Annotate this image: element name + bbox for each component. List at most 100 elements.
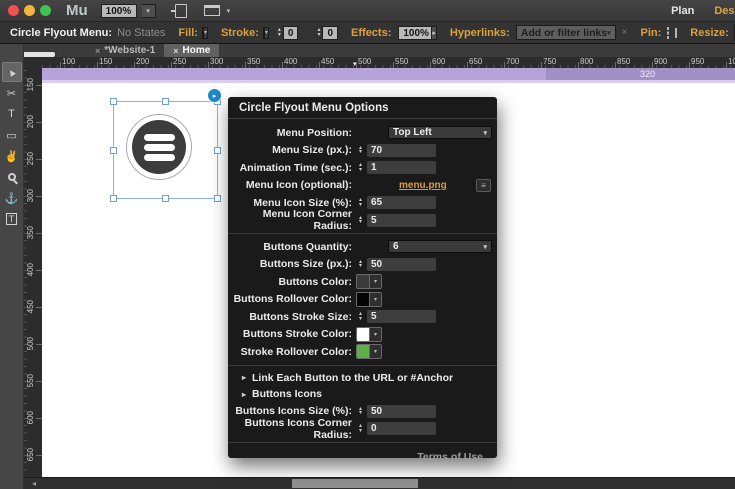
stepper-down-icon[interactable]: ▾	[356, 264, 365, 269]
buttons-size-stepper[interactable]: ▴▾	[356, 260, 365, 269]
menu-icon-file-link[interactable]: menu.png	[399, 180, 447, 191]
menu-icon-radius-stepper[interactable]: ▴▾	[356, 216, 365, 225]
stepper-down-icon[interactable]: ▾	[356, 317, 365, 322]
tab-home[interactable]: ×Home	[164, 44, 219, 57]
fill-label[interactable]: Fill:	[178, 27, 198, 39]
corner-radius-input[interactable]: 0	[322, 26, 338, 40]
menu-size-input[interactable]: 70	[367, 144, 436, 157]
buttons-rollover-color-picker[interactable]: ▾	[356, 292, 382, 307]
stepper-down-icon[interactable]: ▾	[356, 411, 365, 416]
hyperlinks-dropdown[interactable]: Add or filter links ▾	[516, 25, 616, 40]
menu-icon-size-input[interactable]: 65	[367, 196, 436, 209]
selection-handle-sw[interactable]	[110, 195, 117, 202]
buttons-icons-section-toggle[interactable]: ▸ Buttons Icons	[228, 386, 497, 403]
plan-mode-button[interactable]: Plan	[671, 5, 694, 17]
menu-position-dropdown[interactable]: Top Left ▾	[388, 126, 492, 139]
pin-center-icon[interactable]	[675, 28, 677, 38]
color-swatch[interactable]	[357, 275, 370, 288]
window-close-button[interactable]	[8, 5, 19, 16]
design-mode-button[interactable]: Design	[714, 5, 735, 17]
hyperlinks-label[interactable]: Hyperlinks:	[450, 27, 510, 39]
menu-icon-size-stepper[interactable]: ▴▾	[356, 198, 365, 207]
buttons-color-picker[interactable]: ▾	[356, 274, 382, 289]
chevron-down-icon[interactable]: ▾	[227, 7, 231, 15]
buttons-stroke-size-input[interactable]: 5	[367, 310, 436, 323]
selection-handle-w[interactable]	[110, 147, 117, 154]
terms-of-use-link[interactable]: Terms of Use	[228, 447, 497, 463]
link-buttons-section-toggle[interactable]: ▸ Link Each Button to the URL or #Anchor	[228, 370, 497, 387]
stroke-label[interactable]: Stroke:	[221, 27, 259, 39]
buttons-icons-size-input[interactable]: 50	[367, 405, 436, 418]
horizontal-scrollbar[interactable]: ◂	[24, 477, 735, 489]
selection-handle-n[interactable]	[162, 98, 169, 105]
color-swatch[interactable]	[357, 293, 370, 306]
widget-edit-badge[interactable]: ▸	[208, 89, 221, 102]
stroke-weight-stepper[interactable]: ▴▾	[278, 28, 281, 38]
tab-close-icon[interactable]: ×	[173, 46, 178, 56]
buttons-icons-size-stepper[interactable]: ▴▾	[356, 407, 365, 416]
resize-label[interactable]: Resize:	[690, 27, 729, 39]
clear-hyperlink-icon[interactable]: ×	[622, 27, 628, 38]
stepper-down-icon[interactable]: ▾	[356, 220, 365, 225]
selection-handle-e[interactable]	[214, 147, 221, 154]
stepper-down-icon[interactable]: ▾	[356, 429, 365, 434]
new-page-icon[interactable]	[175, 4, 187, 18]
menu-size-stepper[interactable]: ▴▾	[356, 146, 365, 155]
color-swatch[interactable]	[357, 328, 370, 341]
fill-dropdown-button[interactable]: ▾	[204, 27, 208, 39]
stroke-weight-input[interactable]: 0	[283, 26, 299, 40]
buttons-size-input[interactable]: 50	[367, 258, 436, 271]
effects-label[interactable]: Effects:	[351, 27, 391, 39]
buttons-stroke-color-picker[interactable]: ▾	[356, 327, 382, 342]
chevron-down-icon[interactable]: ▾	[370, 275, 381, 288]
selection-handle-s[interactable]	[162, 195, 169, 202]
menu-icon-radius-input[interactable]: 5	[367, 214, 436, 227]
opacity-expand-button[interactable]: ▸	[432, 26, 437, 40]
crop-tool[interactable]: ✂	[2, 83, 22, 103]
zoom-level-dropdown-button[interactable]: ▾	[142, 4, 156, 18]
chevron-down-icon[interactable]: ▾	[370, 345, 381, 358]
delete-icon-button[interactable]: ≡	[476, 179, 491, 192]
stroke-rollover-color-picker[interactable]: ▾	[356, 344, 382, 359]
horizontal-scrollbar-thumb[interactable]	[292, 479, 418, 488]
opacity-input[interactable]: 100%	[398, 26, 432, 40]
zoom-tool[interactable]	[2, 167, 22, 187]
stepper-down-icon[interactable]: ▾	[356, 203, 365, 208]
tab-close-icon[interactable]: ×	[95, 46, 100, 56]
stepper-down-icon[interactable]: ▾	[317, 33, 320, 38]
window-minimize-button[interactable]	[24, 5, 35, 16]
disclosure-triangle-icon[interactable]: ▸	[242, 390, 246, 399]
states-dropdown[interactable]: No States	[117, 27, 165, 39]
color-swatch[interactable]	[357, 345, 370, 358]
stepper-down-icon[interactable]: ▾	[356, 168, 365, 173]
buttons-stroke-size-stepper[interactable]: ▴▾	[356, 312, 365, 321]
circle-flyout-menu-widget[interactable]	[126, 114, 192, 180]
stepper-down-icon[interactable]: ▾	[278, 33, 281, 38]
zoom-level-field[interactable]: 100%	[101, 4, 137, 18]
text-tool[interactable]: T	[2, 104, 22, 124]
tab-website-1[interactable]: ×*Website-1	[86, 44, 164, 57]
window-zoom-button[interactable]	[40, 5, 51, 16]
buttons-icons-radius-stepper[interactable]: ▴▾	[356, 424, 365, 433]
chevron-down-icon[interactable]: ▾	[370, 328, 381, 341]
stepper-down-icon[interactable]: ▾	[356, 150, 365, 155]
preview-mode-icon[interactable]	[204, 5, 220, 16]
animation-time-stepper[interactable]: ▴▾	[356, 163, 365, 172]
anchor-tool[interactable]: ⚓	[2, 188, 22, 208]
animation-time-input[interactable]: 1	[367, 161, 436, 174]
pin-corners-icon[interactable]	[667, 27, 669, 39]
buttons-quantity-dropdown[interactable]: 6 ▾	[388, 240, 492, 253]
chevron-down-icon[interactable]: ▾	[370, 293, 381, 306]
selection-tool[interactable]: ►	[2, 62, 22, 82]
hamburger-menu-icon[interactable]	[132, 120, 186, 174]
hand-tool[interactable]: ✌	[2, 146, 22, 166]
stroke-dropdown-button[interactable]: ▾	[265, 27, 269, 39]
selection-handle-se[interactable]	[214, 195, 221, 202]
pin-label[interactable]: Pin:	[641, 27, 662, 39]
corner-radius-stepper[interactable]: ▴▾	[317, 28, 320, 38]
text-frame-tool[interactable]: T	[2, 209, 22, 229]
scroll-left-icon[interactable]: ◂	[32, 479, 36, 489]
rectangle-tool[interactable]: ▭	[2, 125, 22, 145]
selection-handle-nw[interactable]	[110, 98, 117, 105]
disclosure-triangle-icon[interactable]: ▸	[242, 373, 246, 382]
